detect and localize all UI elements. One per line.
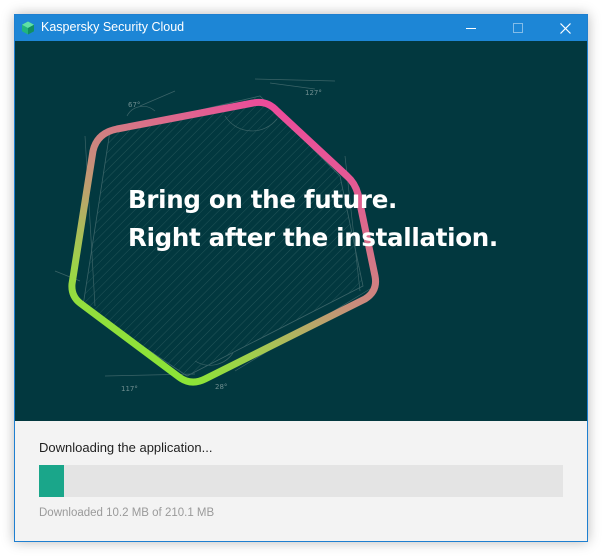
- window-title: Kaspersky Security Cloud: [41, 20, 185, 34]
- angle-label: 127°: [305, 89, 322, 97]
- angle-label: 28°: [215, 383, 227, 391]
- headline-line-1: Bring on the future.: [128, 185, 398, 214]
- maximize-icon: [513, 23, 523, 33]
- download-progress-bar: [39, 465, 563, 497]
- download-status-label: Downloading the application...: [39, 440, 213, 455]
- kaspersky-logo-icon: [22, 21, 34, 35]
- minimize-icon: [466, 28, 476, 29]
- close-button[interactable]: [542, 15, 587, 41]
- headline-line-2: Right after the installation.: [128, 223, 498, 252]
- download-progress-fill: [39, 465, 65, 497]
- hero-headline: Bring on the future. Right after the ins…: [128, 181, 498, 257]
- installer-window: Kaspersky Security Cloud 67° 127° 117° 2…: [14, 14, 588, 542]
- downloaded-size-text: Downloaded 10.2 MB of 210.1 MB: [39, 507, 215, 519]
- minimize-button[interactable]: [448, 15, 494, 41]
- title-bar[interactable]: Kaspersky Security Cloud: [15, 15, 587, 41]
- maximize-button[interactable]: [495, 15, 541, 41]
- close-icon: [559, 22, 571, 34]
- angle-label: 117°: [121, 385, 138, 393]
- download-status-panel: Downloading the application... Downloade…: [15, 421, 587, 541]
- angle-label: 67°: [128, 101, 140, 109]
- hero-banner: 67° 127° 117° 28° Bring on the future. R…: [15, 41, 587, 421]
